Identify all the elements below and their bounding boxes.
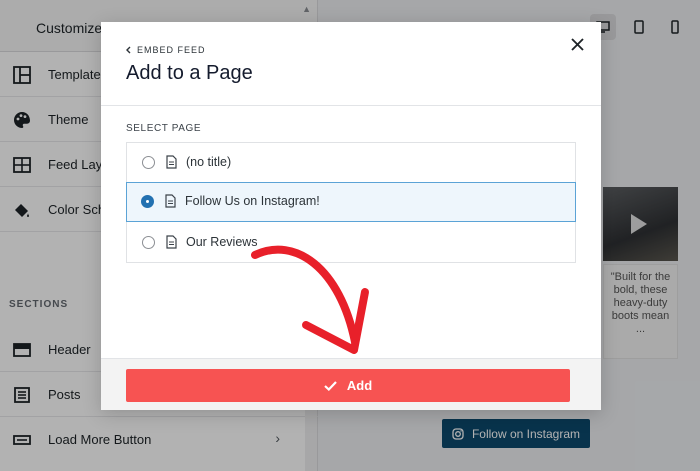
page-list: (no title) Follow Us on Instagram! Our R… — [126, 142, 576, 263]
add-to-page-dialog: EMBED FEED Add to a Page SELECT PAGE (no… — [101, 22, 601, 410]
checkmark-icon — [324, 380, 337, 391]
page-radio[interactable] — [142, 156, 155, 169]
page-name: (no title) — [186, 155, 232, 169]
back-to-embed-feed-link[interactable]: EMBED FEED — [125, 45, 206, 55]
chevron-left-icon — [126, 46, 131, 54]
document-icon — [165, 194, 176, 208]
dialog-footer: Add — [101, 358, 601, 410]
dialog-header: EMBED FEED Add to a Page — [101, 22, 601, 106]
page-option-selected[interactable]: Follow Us on Instagram! — [126, 182, 576, 222]
page-name: Our Reviews — [186, 235, 258, 249]
page-radio[interactable] — [142, 236, 155, 249]
document-icon — [166, 235, 177, 249]
add-button[interactable]: Add — [126, 369, 570, 402]
document-icon — [166, 155, 177, 169]
close-icon — [570, 37, 584, 51]
dialog-title: Add to a Page — [126, 62, 253, 84]
back-link-label: EMBED FEED — [137, 45, 206, 55]
page-radio-checked[interactable] — [141, 195, 154, 208]
page-option[interactable]: Our Reviews — [127, 223, 575, 263]
add-button-label: Add — [346, 378, 373, 393]
page-name: Follow Us on Instagram! — [185, 194, 320, 208]
page-option[interactable]: (no title) — [127, 143, 575, 183]
select-page-label: SELECT PAGE — [126, 123, 202, 134]
close-button[interactable] — [567, 34, 587, 54]
